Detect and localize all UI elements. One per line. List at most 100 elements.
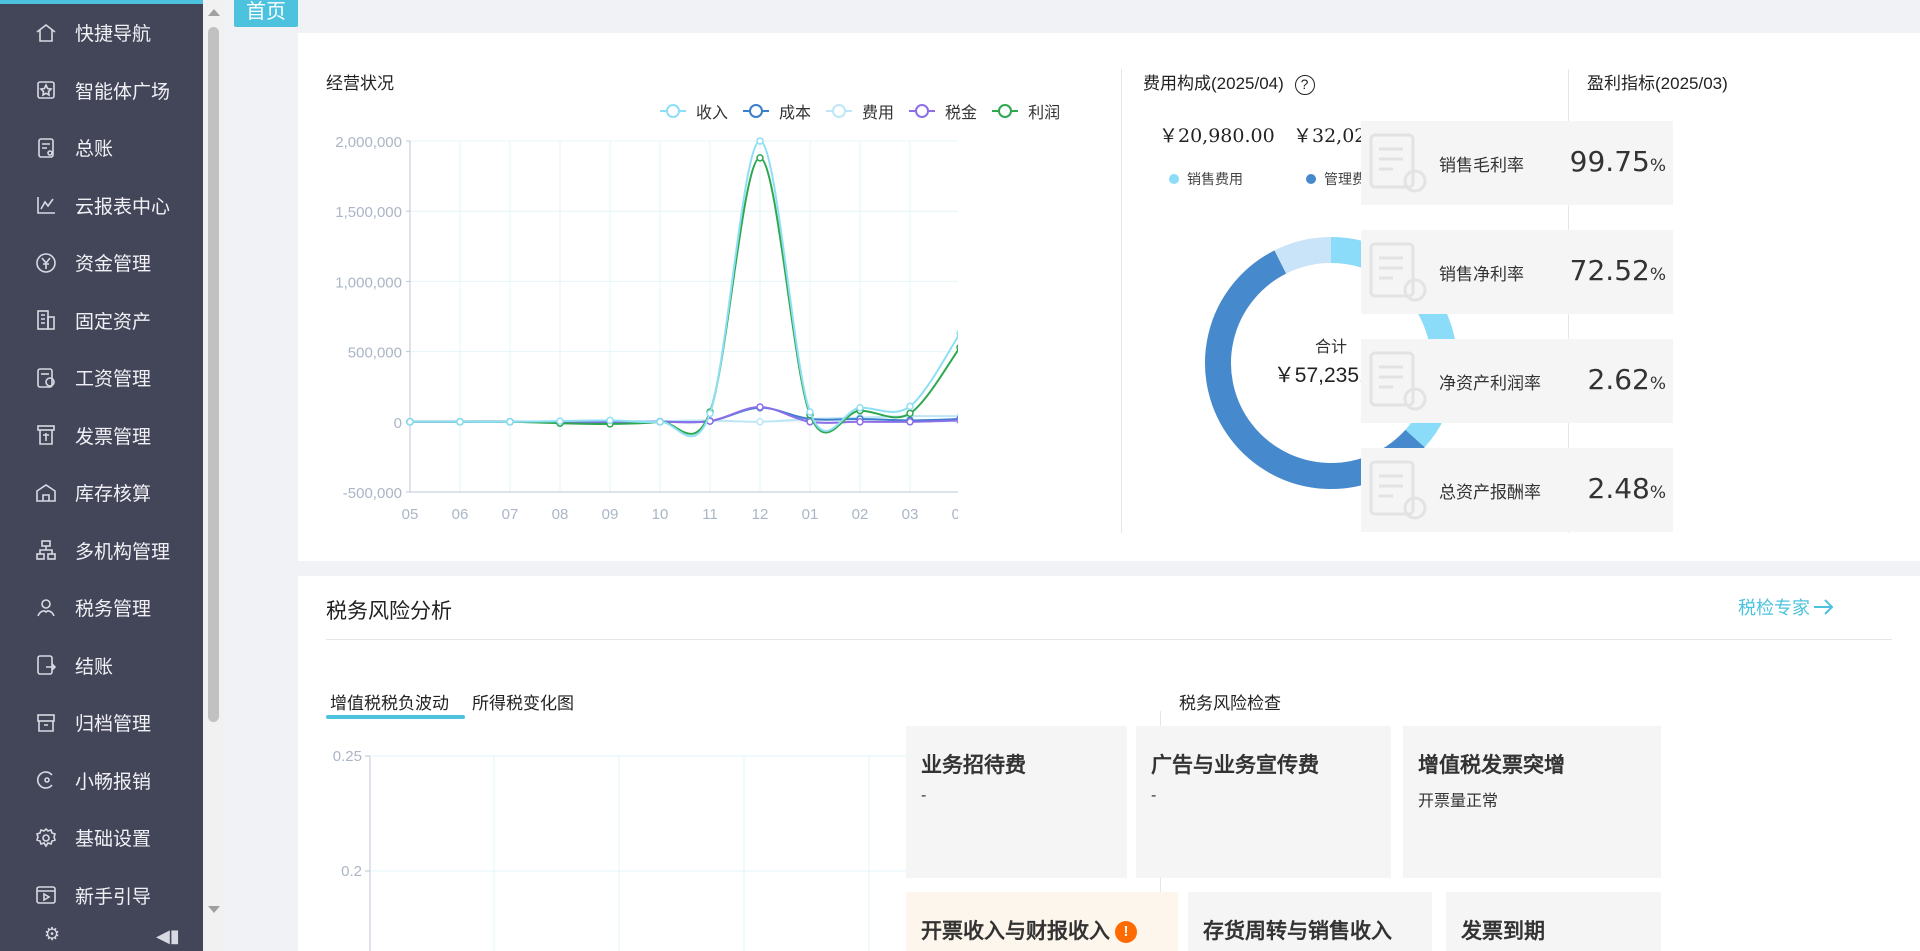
profit-number: 99.75 — [1569, 145, 1650, 178]
sidebar-item-3[interactable]: 总账 — [0, 119, 203, 177]
data-point[interactable] — [906, 402, 914, 411]
data-point[interactable] — [756, 137, 764, 145]
scroll-up-arrow-icon[interactable] — [208, 9, 220, 16]
data-point[interactable] — [856, 418, 864, 426]
sidebar-item-4[interactable]: 云报表中心 — [0, 177, 203, 235]
data-point[interactable] — [906, 418, 914, 426]
risk-title-text: 业务招待费 — [921, 754, 1026, 777]
sidebar-item-15[interactable]: 基础设置 — [0, 809, 203, 867]
scroll-down-arrow-icon[interactable] — [208, 906, 220, 913]
data-point[interactable] — [406, 418, 414, 426]
x-tick-label: 04 — [952, 506, 958, 523]
sidebar-item-label: 发票管理 — [75, 426, 152, 448]
risk-title: 业务招待费 — [921, 749, 1026, 779]
risk-title: 存货周转与销售收入 — [1203, 915, 1392, 945]
risk-tile[interactable]: 增值税发票突增 开票量正常 — [1403, 726, 1661, 878]
sidebar-item-label: 结账 — [75, 656, 114, 678]
profit-number: 72.52 — [1569, 254, 1650, 287]
payroll-icon — [33, 365, 59, 391]
y-tick-label: 1,500,000 — [335, 204, 402, 221]
legend-dot — [1306, 174, 1316, 184]
y-tick-label: 0 — [394, 415, 402, 432]
sidebar-item-13[interactable]: 归档管理 — [0, 694, 203, 752]
sidebar-item-6[interactable]: 固定资产 — [0, 292, 203, 350]
scroll-thumb[interactable] — [208, 27, 219, 722]
tax-expert-link[interactable]: 税检专家 — [1738, 594, 1836, 620]
data-point[interactable] — [506, 418, 514, 426]
risk-tile[interactable]: 存货周转与销售收入 — [1188, 892, 1432, 951]
sidebar-item-7[interactable]: 工资管理 — [0, 349, 203, 407]
invoice-icon — [33, 422, 59, 448]
data-point[interactable] — [906, 409, 914, 418]
profit-unit: % — [1649, 156, 1666, 176]
y-tick-label: 0.2 — [341, 863, 362, 880]
scrollbar[interactable] — [203, 0, 224, 951]
warning-icon: ! — [1115, 921, 1137, 943]
sidebar-item-9[interactable]: 库存核算 — [0, 464, 203, 522]
data-point[interactable] — [956, 417, 958, 424]
tab-income-tax[interactable]: 所得税变化图 — [472, 689, 574, 714]
data-point[interactable] — [806, 408, 814, 416]
profit-watermark-icon — [1369, 242, 1427, 302]
data-point[interactable] — [556, 417, 564, 425]
sidebar-item-11[interactable]: 税务管理 — [0, 579, 203, 637]
sidebar-item-10[interactable]: 多机构管理 — [0, 522, 203, 580]
donut-slice[interactable] — [1274, 237, 1332, 274]
data-point[interactable] — [456, 418, 464, 426]
cost-legend-item[interactable]: 销售费用 — [1169, 169, 1243, 189]
risk-subtitle: - — [1151, 787, 1157, 804]
data-point[interactable] — [606, 416, 614, 425]
sidebar-item-label: 新手引导 — [75, 886, 152, 908]
yuan-circle-icon — [33, 250, 59, 276]
warehouse-icon — [33, 480, 59, 506]
sidebar-item-label: 小畅报销 — [75, 771, 152, 793]
reimburse-icon — [33, 767, 59, 793]
data-point[interactable] — [706, 409, 714, 418]
data-point[interactable] — [756, 403, 764, 411]
data-point[interactable] — [956, 330, 958, 337]
sidebar-item-12[interactable]: 结账 — [0, 637, 203, 695]
data-point[interactable] — [956, 344, 958, 351]
data-point[interactable] — [756, 418, 764, 426]
sidebar-item-1[interactable]: 快捷导航 — [0, 4, 203, 62]
collapse-sidebar-icon[interactable]: ◀▮ — [156, 926, 180, 947]
sidebar-item-14[interactable]: 小畅报销 — [0, 752, 203, 810]
risk-title-text: 增值税发票突增 — [1418, 754, 1565, 777]
legend-item[interactable]: 利润 — [992, 99, 1060, 123]
profit-watermark-icon — [1369, 133, 1427, 193]
risk-tile[interactable]: 广告与业务宣传费 - — [1136, 726, 1391, 878]
y-tick-label: 0.25 — [333, 748, 362, 765]
risk-tile[interactable]: 开票收入与财报收入! — [906, 892, 1178, 951]
sidebar-item-2[interactable]: 智能体广场 — [0, 62, 203, 120]
y-tick-label: 1,000,000 — [335, 274, 402, 291]
hand-coin-icon — [33, 595, 59, 621]
sidebar-item-label: 快捷导航 — [75, 24, 152, 46]
profit-label: 净资产利润率 — [1439, 374, 1541, 393]
archive-icon — [33, 710, 59, 736]
profit-value: 2.48% — [1588, 472, 1667, 505]
sidebar-item-label: 归档管理 — [75, 714, 152, 736]
star-badge-icon — [33, 77, 59, 103]
sidebar-item-8[interactable]: 发票管理 — [0, 407, 203, 465]
y-tick-label: 2,000,000 — [335, 134, 402, 151]
sidebar-item-5[interactable]: 资金管理 — [0, 234, 203, 292]
settings-gear-icon[interactable]: ⚙ — [44, 924, 60, 945]
home-icon — [33, 20, 59, 46]
x-tick-label: 01 — [802, 506, 819, 523]
data-point[interactable] — [656, 418, 664, 426]
tab-vat-fluctuation[interactable]: 增值税税负波动 — [330, 689, 449, 714]
help-icon[interactable]: ? — [1294, 75, 1315, 95]
tab-home[interactable]: 首页 — [234, 0, 298, 27]
risk-tile[interactable]: 发票到期 — [1446, 892, 1661, 951]
divider — [1121, 69, 1122, 533]
sidebar-item-16[interactable]: 新手引导 — [0, 867, 203, 925]
series-line-1 — [409, 139, 958, 438]
profit-number: 2.62 — [1587, 363, 1650, 396]
risk-title-text: 广告与业务宣传费 — [1151, 754, 1319, 777]
data-point[interactable] — [756, 154, 764, 162]
risk-tile[interactable]: 业务招待费 - — [906, 726, 1127, 878]
x-tick-label: 12 — [752, 506, 769, 523]
sidebar-footer: ⚙ ◀▮ — [0, 924, 203, 951]
risk-title: 广告与业务宣传费 — [1151, 749, 1319, 779]
data-point[interactable] — [856, 404, 864, 412]
